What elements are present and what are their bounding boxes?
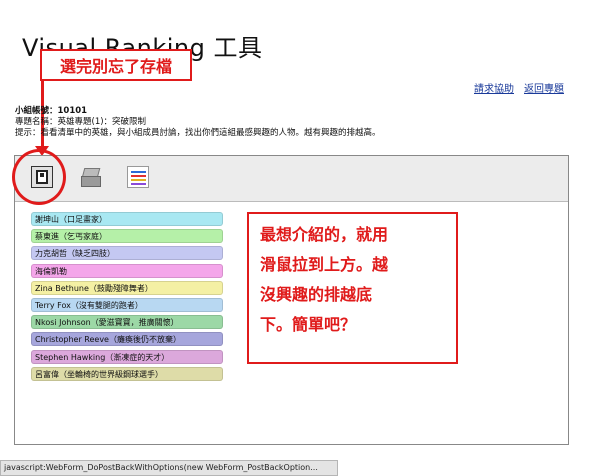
ranking-view-button[interactable]: [127, 166, 149, 188]
ranking-item[interactable]: Nkosi Johnson（愛滋寶寶，推廣關懷）: [31, 315, 223, 330]
ranking-item[interactable]: Zina Bethune（鼓勵殘障舞者）: [31, 280, 223, 295]
back-to-project-link[interactable]: 返回專題: [524, 80, 564, 95]
ranking-item[interactable]: Terry Fox（沒有雙腿的跑者）: [31, 298, 223, 312]
ranking-chart-icon: [128, 167, 148, 187]
save-reminder-callout: 選完別忘了存檔: [40, 49, 192, 81]
ranking-item[interactable]: 謝坤山（口足畫家）: [31, 212, 223, 226]
ranking-item[interactable]: 海倫凱勒: [31, 263, 223, 278]
ranking-item[interactable]: 呂富偉（坐輪椅的世界級鋼球選手）: [31, 366, 223, 381]
ranking-item[interactable]: 蔡東進（乞丐家庭）: [31, 229, 223, 244]
ranking-item[interactable]: 力克胡哲（缺乏四肢）: [31, 246, 223, 261]
instruction-line: 滑鼠拉到上方。越: [260, 255, 389, 274]
instruction-callout: 最想介紹的，就用 滑鼠拉到上方。越 沒興趣的排越底 下。簡單吧？: [247, 212, 458, 364]
ranking-item[interactable]: Stephen Hawking（漸凍症的天才）: [31, 349, 223, 364]
ranking-item[interactable]: Christopher Reeve（癱瘓後仍不放棄）: [31, 332, 223, 347]
save-highlight-circle: [12, 149, 66, 205]
hint-text: 提示：看看清單中的英雄，與小組成員討論，找出你們這組最感興趣的人物。越有興趣的排…: [15, 128, 381, 138]
status-bar: javascript:WebForm_DoPostBackWithOptions…: [0, 460, 338, 476]
instruction-line: 下。簡單吧？: [260, 315, 357, 334]
print-button[interactable]: [79, 166, 101, 188]
help-link[interactable]: 請求協助: [474, 80, 514, 95]
instruction-line: 沒興趣的排越底: [260, 285, 373, 304]
instruction-line: 最想介紹的，就用: [260, 225, 389, 244]
printer-body: [81, 176, 101, 187]
